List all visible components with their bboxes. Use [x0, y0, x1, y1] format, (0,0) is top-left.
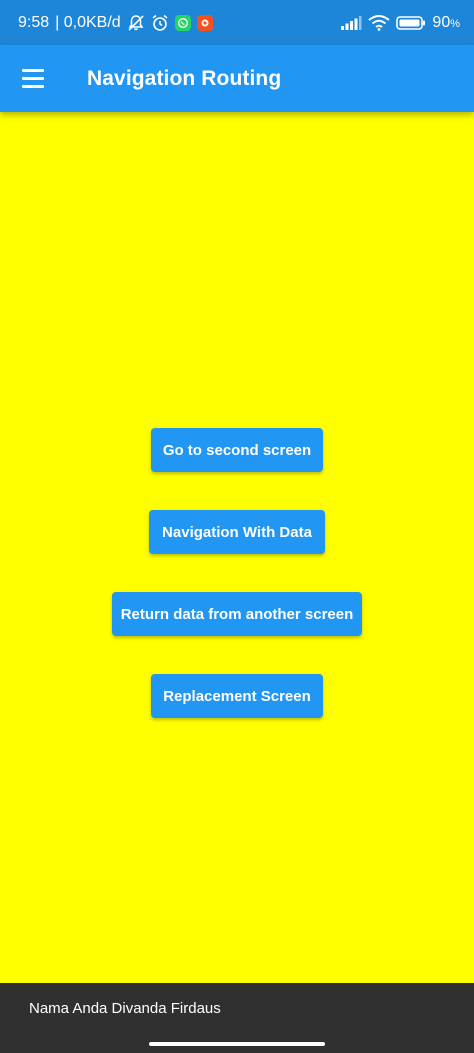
battery-level: 90% — [432, 14, 460, 32]
navigation-with-data-button[interactable]: Navigation With Data — [149, 510, 325, 554]
page-title: Navigation Routing — [87, 66, 282, 90]
footer-text: Nama Anda Divanda Firdaus — [29, 1000, 221, 1017]
menu-icon-line — [22, 77, 44, 80]
menu-icon-line — [22, 69, 44, 72]
battery-percent: 90 — [432, 13, 451, 31]
return-data-button[interactable]: Return data from another screen — [112, 592, 362, 636]
app-bar: Navigation Routing — [0, 45, 474, 112]
alarm-icon — [151, 14, 169, 32]
home-indicator[interactable] — [149, 1042, 325, 1046]
battery-icon — [396, 15, 426, 31]
app-notification-icon — [196, 14, 213, 31]
hamburger-menu-icon[interactable] — [17, 62, 51, 96]
status-time: 9:58 — [18, 13, 50, 31]
replacement-screen-button[interactable]: Replacement Screen — [151, 674, 323, 718]
status-network-speed: | 0,0KB/d — [55, 13, 121, 31]
bottom-footer: Nama Anda Divanda Firdaus — [0, 983, 474, 1053]
signal-icon — [340, 15, 362, 31]
whatsapp-icon — [174, 14, 191, 31]
muted-notification-icon — [127, 14, 145, 32]
status-bar-left: 9:58 | 0,0KB/d — [18, 14, 213, 32]
menu-icon-line — [22, 85, 44, 88]
wifi-icon — [368, 14, 391, 31]
go-to-second-screen-button[interactable]: Go to second screen — [151, 428, 323, 472]
battery-unit: % — [450, 17, 460, 30]
status-bar-right: 90% — [340, 14, 460, 32]
status-bar: 9:58 | 0,0KB/d 90% — [0, 0, 474, 45]
app-screen: 9:58 | 0,0KB/d 90% Navigation Routing Go… — [0, 0, 474, 1053]
